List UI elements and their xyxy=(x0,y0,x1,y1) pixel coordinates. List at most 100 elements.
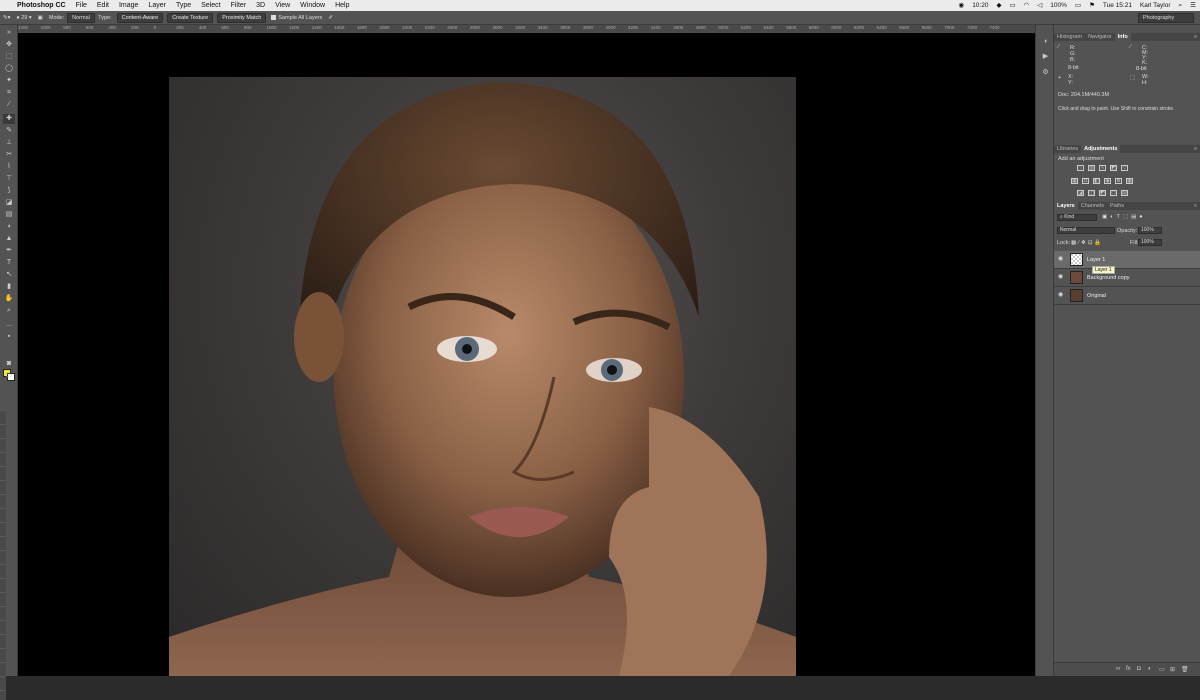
layer-row-layer-1[interactable]: ◉ Layer 1 xyxy=(1054,251,1200,269)
brush-tool-icon[interactable]: ✎ xyxy=(3,126,15,136)
menu-type[interactable]: Type xyxy=(171,0,196,11)
tab-adjustments[interactable]: Adjustments xyxy=(1081,145,1121,153)
layer-row-background-copy[interactable]: ◉ Background copy xyxy=(1054,269,1200,287)
visibility-eye-icon[interactable]: ◉ xyxy=(1058,274,1065,281)
menu-view[interactable]: View xyxy=(270,0,295,11)
healing-brush-tool-icon[interactable]: ✎▾ xyxy=(0,15,13,21)
menu-3d[interactable]: 3D xyxy=(251,0,270,11)
layer-name[interactable]: Layer 1 xyxy=(1087,257,1105,263)
link-layers-icon[interactable]: ∞ xyxy=(1116,666,1120,672)
selective-color-icon[interactable]: ▤ xyxy=(1121,190,1128,196)
eraser-tool-icon[interactable]: ◪ xyxy=(3,198,15,208)
dropbox-icon[interactable]: ◆ xyxy=(992,0,1005,11)
levels-icon[interactable]: ▥ xyxy=(1088,165,1095,171)
menu-app-name[interactable]: Photoshop CC xyxy=(12,0,71,11)
channel-mixer-icon[interactable]: ⊕ xyxy=(1115,178,1122,184)
threshold-icon[interactable]: ◩ xyxy=(1099,190,1106,196)
opacity-input[interactable]: 100% xyxy=(1138,227,1162,234)
crop-tool-icon[interactable]: ⌗ xyxy=(3,88,15,98)
tab-info[interactable]: Info xyxy=(1114,33,1131,41)
new-group-icon[interactable]: ▭ xyxy=(1159,666,1165,673)
airplay-icon[interactable]: ▭ xyxy=(1005,0,1019,11)
proximity-match-button[interactable]: Proximity Match xyxy=(217,12,267,23)
art-history-tool-icon[interactable]: ⟆ xyxy=(3,186,15,196)
delete-layer-icon[interactable]: 🗑 xyxy=(1181,666,1189,673)
quick-mask-icon[interactable]: ◙ xyxy=(3,359,15,369)
visibility-eye-icon[interactable]: ◉ xyxy=(1058,292,1065,299)
portrait-photo[interactable] xyxy=(169,77,796,676)
color-balance-icon[interactable]: ⚖ xyxy=(1082,178,1089,184)
photo-filter-icon[interactable]: ◉ xyxy=(1104,178,1111,184)
menu-image[interactable]: Image xyxy=(114,0,143,11)
clone-stamp-tool-icon[interactable]: ⊥ xyxy=(3,138,15,148)
gradient-map-icon[interactable]: ▭ xyxy=(1110,190,1117,196)
tab-channels[interactable]: Channels xyxy=(1078,202,1107,210)
tab-libraries[interactable]: Libraries xyxy=(1054,145,1081,153)
layer-name[interactable]: Background copy xyxy=(1087,275,1130,281)
layer-kind-filter[interactable]: ⌕ Kind xyxy=(1057,214,1097,221)
create-texture-button[interactable]: Create Texture xyxy=(167,12,214,23)
marquee-tool-icon[interactable]: ⬚ xyxy=(3,52,15,62)
gradient-tool-icon[interactable]: ▤ xyxy=(3,210,15,220)
stamp-tool-icon[interactable]: ⊤ xyxy=(3,174,15,184)
volume-icon[interactable]: ◁ xyxy=(1033,0,1046,11)
curves-icon[interactable]: ∿ xyxy=(1099,165,1106,171)
brush-settings-icon[interactable]: ▣ xyxy=(35,15,46,21)
menu-edit[interactable]: Edit xyxy=(92,0,114,11)
tab-navigator[interactable]: Navigator xyxy=(1085,33,1115,41)
new-layer-icon[interactable]: ⊞ xyxy=(1170,666,1175,673)
path-select-tool-icon[interactable]: ↖ xyxy=(3,270,15,280)
default-colors-icon[interactable]: ▪ xyxy=(3,332,15,342)
posterize-icon[interactable]: ◫ xyxy=(1088,190,1095,196)
menu-select[interactable]: Select xyxy=(196,0,225,11)
vibrance-icon[interactable]: ▽ xyxy=(1121,165,1128,171)
quick-select-tool-icon[interactable]: ✦ xyxy=(3,76,15,86)
panel-menu-icon[interactable]: ≡ xyxy=(1194,202,1197,210)
collapse-toolbar-icon[interactable]: » xyxy=(3,28,15,38)
battery-icon[interactable]: ▭ xyxy=(1071,0,1085,11)
shape-tool-icon[interactable]: ▮ xyxy=(3,282,15,292)
hue-saturation-icon[interactable]: ▦ xyxy=(1071,178,1078,184)
invert-icon[interactable]: ◪ xyxy=(1077,190,1084,196)
pressure-size-icon[interactable]: ✐ xyxy=(325,15,336,21)
history-brush-tool-icon[interactable]: ✂ xyxy=(3,150,15,160)
blend-mode-select[interactable]: Normal xyxy=(1057,227,1115,234)
dodge-tool-icon[interactable]: ▲ xyxy=(3,234,15,244)
workspace-select[interactable]: Photography xyxy=(1138,13,1194,23)
histogram-panel-icon[interactable]: ◖ xyxy=(1040,37,1051,47)
blur-tool-icon[interactable]: ◖ xyxy=(3,222,15,232)
sample-all-layers-checkbox[interactable]: Sample All Layers xyxy=(268,15,325,21)
mixer-brush-tool-icon[interactable]: ⌇ xyxy=(3,162,15,172)
more-tools-icon[interactable]: … xyxy=(3,320,15,330)
properties-panel-icon[interactable]: ⚙ xyxy=(1040,68,1051,78)
mode-select[interactable]: Normal xyxy=(67,12,96,23)
fill-input[interactable]: 100% xyxy=(1138,239,1162,246)
screen-mode-icon[interactable]: ▭ xyxy=(3,371,15,381)
zoom-tool-icon[interactable]: ⌕ xyxy=(3,306,15,316)
layer-style-icon[interactable]: fx xyxy=(1126,666,1131,672)
menu-help[interactable]: Help xyxy=(330,0,354,11)
add-mask-icon[interactable]: ◘ xyxy=(1137,666,1141,672)
hand-tool-icon[interactable]: ✋ xyxy=(3,294,15,304)
brightness-contrast-icon[interactable]: ☼ xyxy=(1077,165,1084,171)
wifi-icon[interactable]: ◠ xyxy=(1020,0,1034,11)
layer-filter-icons[interactable]: ▣◐T⬚▤● xyxy=(1102,214,1146,220)
brush-preset-picker[interactable]: ● 29 ▾ xyxy=(13,15,34,21)
visibility-eye-icon[interactable]: ◉ xyxy=(1058,256,1065,263)
exposure-icon[interactable]: ◩ xyxy=(1110,165,1117,171)
panel-menu-icon[interactable]: ≡ xyxy=(1194,145,1197,153)
flag-icon[interactable]: ⚑ xyxy=(1085,0,1099,11)
actions-play-icon[interactable]: ▶ xyxy=(1040,52,1051,62)
menu-window[interactable]: Window xyxy=(295,0,330,11)
panel-menu-icon[interactable]: ≡ xyxy=(1194,33,1197,41)
black-white-icon[interactable]: ◧ xyxy=(1093,178,1100,184)
content-aware-button[interactable]: Content-Aware xyxy=(116,12,164,23)
eyedropper-tool-icon[interactable]: ⁄ xyxy=(3,100,15,110)
type-tool-icon[interactable]: T xyxy=(3,258,15,268)
record-icon[interactable]: ◉ xyxy=(955,0,969,11)
move-tool-icon[interactable]: ✥ xyxy=(3,40,15,50)
menu-file[interactable]: File xyxy=(71,0,92,11)
layer-name[interactable]: Original xyxy=(1087,293,1106,299)
menu-layer[interactable]: Layer xyxy=(143,0,171,11)
document-canvas[interactable] xyxy=(18,33,1035,676)
